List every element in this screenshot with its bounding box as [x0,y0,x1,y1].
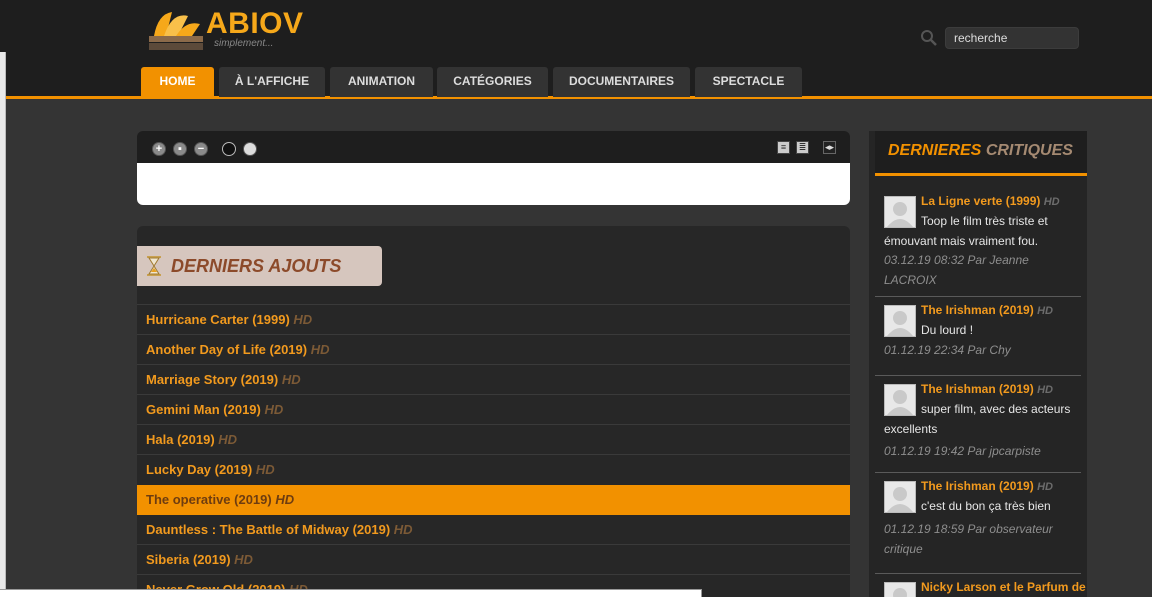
list-item-highlighted[interactable]: The operative (2019) HD [137,485,850,515]
tab-documentaires[interactable]: DOCUMENTAIRES [553,67,690,97]
search-input[interactable] [945,27,1079,49]
reviews-title: DERNIERES CRITIQUES [888,142,1073,159]
stop-icon[interactable]: ▪ [173,142,187,156]
player-widget: + ▪ − ≡ ≣ ◂▸ [137,131,850,205]
list-item[interactable]: Marriage Story (2019) HD [137,364,850,394]
review-text: c'est du bon ça très bien [921,499,1051,513]
hourglass-icon [147,256,161,276]
logo-tagline: simplement... [214,38,274,49]
review-text: Toop le film très triste et émouvant mai… [884,214,1048,248]
zoom-in-icon[interactable]: + [152,142,166,156]
list-item[interactable]: Dauntless : The Battle of Midway (2019) … [137,515,850,545]
review-item[interactable]: The Irishman (2019) HD Du lourd ! 01.12.… [875,297,1081,376]
tab-spectacle[interactable]: SPECTACLE [695,67,802,97]
review-title[interactable]: The Irishman (2019) HD [921,479,1053,493]
review-meta: 03.12.19 08:32 Par Jeanne LACROIX [884,253,1029,287]
review-item[interactable]: La Ligne verte (1999) HD Toop le film tr… [875,188,1081,297]
review-text: Du lourd ! [921,323,974,337]
tab-animation[interactable]: ANIMATION [330,67,433,97]
list-item[interactable]: Hurricane Carter (1999) HD [137,304,850,334]
reviews-header: DERNIERES CRITIQUES [875,131,1087,176]
avatar-icon [884,582,916,597]
list-item[interactable]: Gemini Man (2019) HD [137,394,850,424]
review-title[interactable]: The Irishman (2019) HD [921,303,1053,317]
list-item[interactable]: Hala (2019) HD [137,424,850,454]
latest-additions-panel: DERNIERS AJOUTS Hurricane Carter (1999) … [137,226,850,597]
list-view-icon[interactable]: ≡ [777,141,790,154]
opera-house-logo-icon [149,12,203,50]
tab-a-l-affiche[interactable]: À L'AFFICHE [219,67,325,97]
expand-icon[interactable]: ◂▸ [823,141,836,154]
review-item[interactable]: The Irishman (2019) HD c'est du bon ça t… [875,473,1081,574]
contrast-light-icon[interactable] [243,142,257,156]
list-item[interactable]: Another Day of Life (2019) HD [137,334,850,364]
zoom-out-icon[interactable]: − [194,142,208,156]
review-meta: 01.12.19 22:34 Par Chy [884,343,1011,357]
review-meta: 01.12.19 19:42 Par jpcarpiste [884,444,1041,458]
review-title[interactable]: The Irishman (2019) HD [921,382,1053,396]
latest-header: DERNIERS AJOUTS [137,246,382,286]
site-logo[interactable]: ABIOV simplement... [148,6,328,54]
search-icon[interactable] [920,29,938,47]
review-title[interactable]: La Ligne verte (1999) HD [921,194,1060,208]
tab-categories[interactable]: CATÉGORIES [437,67,548,97]
latest-title: DERNIERS AJOUTS [171,256,342,276]
review-meta: 01.12.19 18:59 Par observateur critique [884,522,1053,556]
review-text: super film, avec des acteurs excellents [884,402,1071,436]
player-content [137,163,850,205]
review-item[interactable]: Nicky Larson et le Parfum de [875,574,1086,597]
list-item[interactable]: Siberia (2019) HD [137,544,850,574]
contrast-dark-icon[interactable] [222,142,236,156]
detail-view-icon[interactable]: ≣ [796,141,809,154]
tab-home[interactable]: HOME [141,67,214,97]
review-title[interactable]: Nicky Larson et le Parfum de [921,580,1086,594]
logo-name: ABIOV [206,7,304,40]
list-item[interactable]: Lucky Day (2019) HD [137,454,850,484]
reviews-sidebar: DERNIERES CRITIQUES La Ligne verte (1999… [869,131,1087,597]
review-item[interactable]: The Irishman (2019) HD super film, avec … [875,376,1081,473]
window-edge [0,52,6,597]
browser-status-bar [0,589,702,597]
